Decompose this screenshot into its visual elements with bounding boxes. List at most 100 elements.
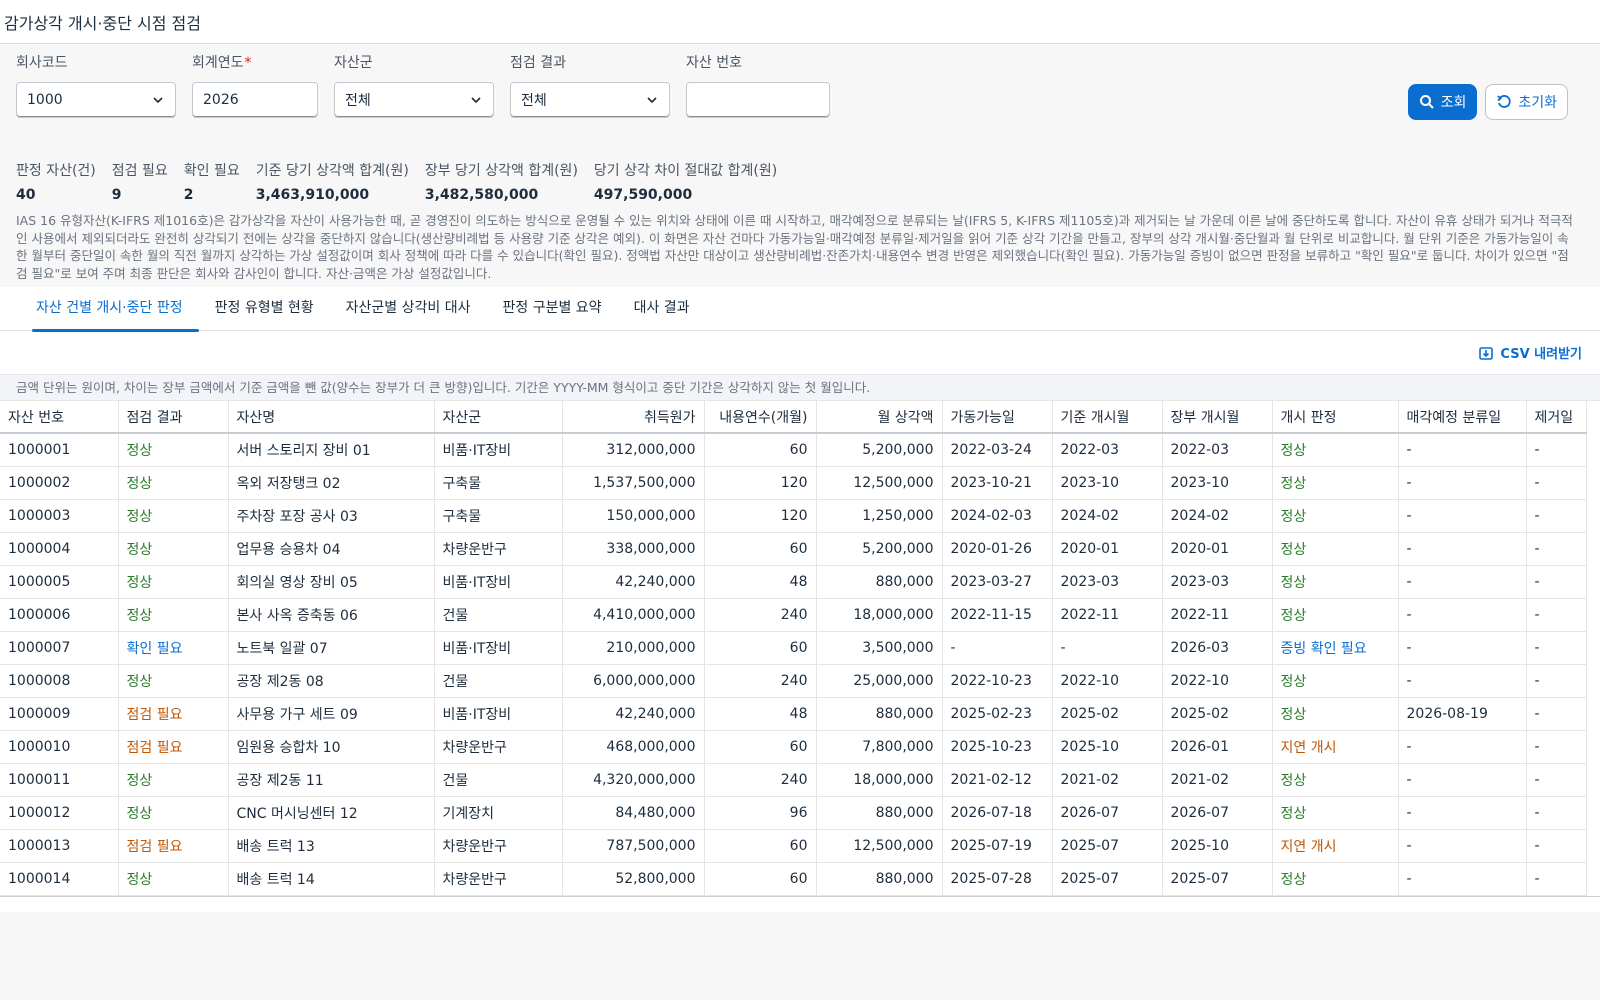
col-start-judgement[interactable]: 개시 판정 [1272,401,1399,434]
cell-life: 60 [704,829,817,863]
search-button[interactable]: 조회 [1407,84,1478,120]
cell-judge: 정상 [1272,433,1399,467]
table-row[interactable]: 1000004 정상 업무용 승용차 04 차량운반구 338,000,000 60 5,2… [0,532,1587,566]
cell-base-start: 2023-10 [1052,466,1163,500]
col-useful-life[interactable]: 내용연수(개월) [704,401,817,434]
fiscal-year-input[interactable]: 2026 [192,82,318,118]
table-row[interactable]: 1000005 정상 회의실 영상 장비 05 비품·IT장비 42,240,000 48… [0,565,1587,599]
cell-base-start: 2024-02 [1052,499,1163,533]
cell-base-start: 2021-02 [1052,763,1163,797]
tab-judgement-summary[interactable]: 판정 구분별 요약 [487,287,618,331]
cell-derecog: - [1526,433,1587,467]
asset-class-select[interactable]: 전체 [334,82,494,118]
kpi-value: 3,482,580,000 [424,187,539,203]
cell-group: 비품·IT장비 [434,433,563,467]
col-asset-class[interactable]: 자산군 [434,401,563,434]
tab-content: CSV 내려받기 금액 단위는 원이며, 차이는 장부 금액에서 기준 금액을 … [0,331,1600,912]
cell-result: 정상 [118,598,229,632]
check-result-select[interactable]: 전체 [510,82,670,118]
cell-book-start: 2025-02 [1162,697,1273,731]
col-monthly-depr[interactable]: 월 상각액 [816,401,943,434]
kpi-value: 3,463,910,000 [255,187,370,203]
fiscal-year-field: 회계연도* 2026 [192,52,318,168]
cell-held-for-sale: - [1398,862,1527,896]
cell-result: 정상 [118,532,229,566]
cell-monthly: 5,200,000 [816,433,943,467]
required-mark: * [244,55,252,71]
table-row[interactable]: 1000002 정상 옥외 저장탱크 02 구축물 1,537,500,000 120 12… [0,466,1587,500]
table-row[interactable]: 1000007 확인 필요 노트북 일괄 07 비품·IT장비 210,000,000 6… [0,631,1587,665]
cell-derecog: - [1526,499,1587,533]
cell-book-start: 2022-10 [1162,664,1273,698]
tab-asset-judgement[interactable]: 자산 건별 개시·중단 판정 [32,287,199,332]
cell-result: 점검 필요 [118,730,229,764]
asset-no-input[interactable] [686,82,830,118]
cell-asset-no: 1000002 [0,466,119,500]
cell-derecog: - [1526,862,1587,896]
col-derecognition[interactable]: 제거일 [1526,401,1587,434]
tab-judgement-type-status[interactable]: 판정 유형별 현황 [199,287,330,331]
cell-held-for-sale: - [1398,433,1527,467]
cell-asset-no: 1000012 [0,796,119,830]
search-icon [1419,95,1434,109]
reset-button[interactable]: 초기화 [1485,84,1568,120]
table-toolbar: CSV 내려받기 [0,331,1600,375]
cell-held-for-sale: - [1398,532,1527,566]
cell-held-for-sale: - [1398,763,1527,797]
cell-derecog: - [1526,532,1587,566]
cell-avail: - [942,631,1053,665]
col-held-for-sale[interactable]: 매각예정 분류일 [1398,401,1527,434]
table-row[interactable]: 1000001 정상 서버 스토리지 장비 01 비품·IT장비 312,000,000… [0,433,1587,467]
company-code-select[interactable]: 1000 [16,82,176,118]
cell-avail: 2023-03-27 [942,565,1053,599]
cell-result: 정상 [118,565,229,599]
cell-monthly: 3,500,000 [816,631,943,665]
table-row[interactable]: 1000014 정상 배송 트럭 14 차량운반구 52,800,000 60 880,00… [0,862,1587,896]
table-row[interactable]: 1000011 정상 공장 제2동 11 건물 4,320,000,000 240 18,0… [0,763,1587,797]
cell-base-start: 2026-07 [1052,796,1163,830]
tab-asset-class-recon[interactable]: 자산군별 상각비 대사 [330,287,487,331]
cell-monthly: 12,500,000 [816,466,943,500]
cell-base-start: 2025-02 [1052,697,1163,731]
cell-cost: 42,240,000 [562,565,705,599]
description-text: IAS 16 유형자산(K-IFRS 제1016호)은 감가상각을 자산이 사용… [16,213,1573,281]
cell-result: 정상 [118,862,229,896]
cell-name: 업무용 승용차 04 [228,532,435,566]
cell-book-start: 2026-07 [1162,796,1273,830]
cell-base-start: 2025-10 [1052,730,1163,764]
cell-result: 정상 [118,499,229,533]
cell-book-start: 2023-03 [1162,565,1273,599]
reset-button-label: 초기화 [1518,95,1557,111]
col-acq-cost[interactable]: 취득원가 [562,401,705,434]
table-row[interactable]: 1000009 점검 필요 사무용 가구 세트 09 비품·IT장비 42,240,00… [0,697,1587,731]
col-check-result[interactable]: 점검 결과 [118,401,229,434]
cell-name: 공장 제2동 08 [228,664,435,698]
cell-book-start: 2026-01 [1162,730,1273,764]
col-asset-name[interactable]: 자산명 [228,401,435,434]
col-book-start[interactable]: 장부 개시월 [1162,401,1273,434]
tab-recon-result[interactable]: 대사 결과 [618,287,706,331]
col-asset-no[interactable]: 자산 번호 [0,401,119,434]
col-available-date[interactable]: 가동가능일 [942,401,1053,434]
cell-avail: 2022-10-23 [942,664,1053,698]
tab-bar: 자산 건별 개시·중단 판정 판정 유형별 현황 자산군별 상각비 대사 판정 … [0,287,1600,332]
table-row[interactable]: 1000008 정상 공장 제2동 08 건물 6,000,000,000 240 25,0… [0,664,1587,698]
cell-judge: 지연 개시 [1272,730,1399,764]
search-button-label: 조회 [1440,95,1467,111]
cell-monthly: 880,000 [816,565,943,599]
table-row[interactable]: 1000010 점검 필요 임원용 승합차 10 차량운반구 468,000,000 60… [0,730,1587,764]
col-base-start[interactable]: 기준 개시월 [1052,401,1163,434]
table-row[interactable]: 1000006 정상 본사 사옥 증축동 06 건물 4,410,000,000 240 1… [0,598,1587,632]
table-row[interactable]: 1000003 정상 주차장 포장 공사 03 구축물 150,000,000 120 1,… [0,499,1587,533]
cell-book-start: 2023-10 [1162,466,1273,500]
cell-cost: 787,500,000 [562,829,705,863]
cell-group: 건물 [434,763,563,797]
cell-held-for-sale: - [1398,730,1527,764]
table-row[interactable]: 1000012 정상 CNC 머시닝센터 12 기계장치 84,480,000 96 880… [0,796,1587,830]
asset-table-wrap[interactable]: 자산 번호 점검 결과 자산명 자산군 취득원가 내용연수(개월) 월 상각액 … [0,401,1600,896]
check-result-label: 점검 결과 [510,55,566,71]
cell-life: 240 [704,664,817,698]
cell-group: 기계장치 [434,796,563,830]
table-row[interactable]: 1000013 점검 필요 배송 트럭 13 차량운반구 787,500,000 60 12… [0,829,1587,863]
csv-download-button[interactable]: CSV 내려받기 [1478,343,1582,362]
